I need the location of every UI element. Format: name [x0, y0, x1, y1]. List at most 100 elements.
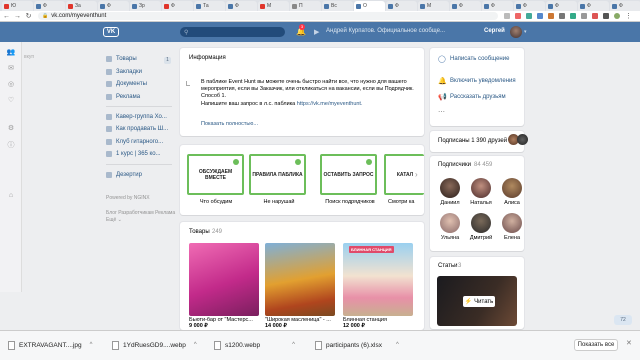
download-item[interactable]: participants (6).xlsx ^ [315, 339, 399, 351]
chevron-up-icon[interactable]: ^ [194, 342, 197, 348]
menu-item-goods[interactable]: Товары [106, 56, 137, 62]
product-image[interactable]: БЛИННАЯ СТАНЦИЯ [343, 243, 413, 316]
wiki-caption[interactable]: Поиск подрядчиков [320, 199, 380, 205]
browser-tab[interactable]: Ф [514, 1, 545, 11]
subscriber[interactable]: Наталья [469, 178, 493, 208]
subscriber[interactable]: Алиса [500, 178, 524, 208]
forward-icon[interactable]: → [13, 12, 22, 21]
download-item[interactable]: 1YdRuesGD9....webp ^ [112, 339, 197, 351]
browser-tab[interactable]: О [354, 1, 385, 11]
browser-tab[interactable]: Ф [482, 1, 513, 11]
menu-item-group[interactable]: 1 курс | 365 ко... [106, 151, 161, 157]
browser-tab[interactable]: Ф [162, 1, 193, 11]
avatar[interactable] [510, 26, 522, 38]
product-image[interactable] [189, 243, 259, 316]
star-icon[interactable] [504, 13, 510, 19]
url-input[interactable]: 🔒 vk.com/myeventhunt [38, 12, 498, 20]
heart-icon[interactable]: ♡ [6, 96, 16, 104]
now-playing-title[interactable]: Андрей Курпатов. Официальное сообще... [326, 28, 445, 34]
extension-icon[interactable] [548, 13, 554, 19]
subscriber[interactable]: Ульяна [438, 213, 462, 243]
wiki-caption[interactable]: Не нарушай [249, 199, 309, 205]
extension-icon[interactable] [515, 13, 521, 19]
info-icon[interactable]: ⓘ [6, 140, 16, 149]
show-all-downloads-button[interactable]: Показать все [574, 339, 618, 351]
chevron-up-icon[interactable]: ^ [292, 342, 295, 348]
wiki-banner[interactable]: ПРАВИЛА ПАБЛИКА [249, 154, 306, 195]
compass-icon[interactable]: ◎ [6, 80, 16, 88]
friends-subscribed-text[interactable]: Подписаны 1 390 друзей [438, 138, 507, 144]
browser-tab[interactable]: Ю [2, 1, 33, 11]
show-more-link[interactable]: Показать полностью... [201, 121, 258, 127]
browser-tab[interactable]: Ф [98, 1, 129, 11]
browser-tab[interactable]: Ф [578, 1, 609, 11]
browser-tab[interactable]: Ф [34, 1, 65, 11]
chevron-down-icon[interactable]: ▾ [524, 29, 527, 35]
menu-item-ads[interactable]: Реклама [106, 94, 140, 100]
wiki-caption[interactable]: Смотри ка [388, 199, 424, 205]
browser-tab[interactable]: Ф [610, 1, 640, 11]
extension-icon[interactable] [581, 13, 587, 19]
search-input[interactable]: ⚲ [180, 27, 285, 37]
extension-icon[interactable] [526, 13, 532, 19]
menu-item-group[interactable]: Клуб гитарного... [106, 139, 163, 145]
menu-item-app[interactable]: Дезертир [106, 172, 142, 178]
wiki-caption[interactable]: Что обсудим [186, 199, 246, 205]
browser-tab[interactable]: Ф [546, 1, 577, 11]
enable-notifications-button[interactable]: 🔔 Включить уведомления [438, 77, 516, 85]
chevron-up-icon[interactable]: ^ [396, 342, 399, 348]
browser-tab[interactable]: Зр [130, 1, 161, 11]
chevron-up-icon[interactable]: ^ [90, 342, 93, 348]
extension-icon[interactable] [592, 13, 598, 19]
play-icon[interactable]: ▶ [314, 28, 319, 36]
browser-tab[interactable]: М [418, 1, 449, 11]
read-button[interactable]: ⚡ Читать [463, 296, 495, 307]
browser-tab[interactable]: Ф [450, 1, 481, 11]
menu-item-bookmarks[interactable]: Закладки [106, 69, 142, 75]
browser-tab[interactable]: За [66, 1, 97, 11]
shield-icon[interactable]: ⌂ [6, 192, 16, 200]
extension-icon[interactable] [537, 13, 543, 19]
download-item[interactable]: EXTRAVAGANT....jpg ^ [8, 339, 92, 351]
profile-icon[interactable] [614, 13, 620, 19]
share-button[interactable]: 📢 Рассказать друзьям [438, 93, 506, 101]
subscriber[interactable]: Даниил [438, 178, 462, 208]
menu-icon[interactable]: ⋮ [625, 12, 632, 20]
subscriber[interactable]: Елена [500, 213, 524, 243]
back-icon[interactable]: ← [2, 12, 11, 21]
close-icon[interactable]: ✕ [626, 339, 632, 347]
articles-title[interactable]: Статьи [438, 263, 457, 269]
chat-badge[interactable]: 72 [614, 315, 632, 325]
menu-item-group[interactable]: Кавер-группа Хо... [106, 114, 167, 120]
wiki-banner[interactable]: ОБСУЖДАЕМ ВМЕСТЕ [187, 154, 244, 195]
message-icon[interactable]: ✉ [6, 64, 16, 72]
browser-tab[interactable]: М [258, 1, 289, 11]
info-link[interactable]: https://vk.me/myeventhunt. [297, 101, 363, 107]
people-icon[interactable]: 👥 [6, 48, 16, 56]
product-image[interactable] [265, 243, 335, 316]
browser-tab[interactable]: П [290, 1, 321, 11]
browser-tab[interactable]: Ф [226, 1, 257, 11]
browser-tab[interactable]: Вс [322, 1, 353, 11]
extension-icon[interactable] [603, 13, 609, 19]
reload-icon[interactable]: ↻ [24, 12, 33, 21]
goods-title[interactable]: Товары [189, 229, 210, 235]
footer-links[interactable]: Блог Разработчикам Реклама Ещё ⌄ [106, 210, 176, 224]
vk-logo[interactable]: VK [103, 27, 119, 37]
extension-icon[interactable] [559, 13, 565, 19]
browser-tab[interactable]: Ф [386, 1, 417, 11]
browser-tab[interactable]: Та [194, 1, 225, 11]
user-name[interactable]: Сергей [484, 28, 505, 34]
menu-item-group[interactable]: Как продавать Ш... [106, 126, 168, 132]
send-message-button[interactable]: ◯ Написать сообщение [438, 55, 509, 63]
more-button[interactable]: ⋯ [438, 108, 445, 116]
download-item[interactable]: s1200.webp ^ [214, 339, 295, 351]
gear-icon[interactable]: ⚙ [6, 124, 16, 132]
avatar[interactable] [517, 134, 528, 145]
chevron-right-icon[interactable]: › [415, 170, 423, 182]
wiki-banner[interactable]: ОСТАВИТЬ ЗАПРОС [320, 154, 377, 195]
subscriber[interactable]: Дмитрий [469, 213, 493, 243]
extension-icon[interactable] [570, 13, 576, 19]
menu-item-documents[interactable]: Документы [106, 81, 147, 87]
subscribers-title[interactable]: Подписчики [438, 162, 471, 168]
